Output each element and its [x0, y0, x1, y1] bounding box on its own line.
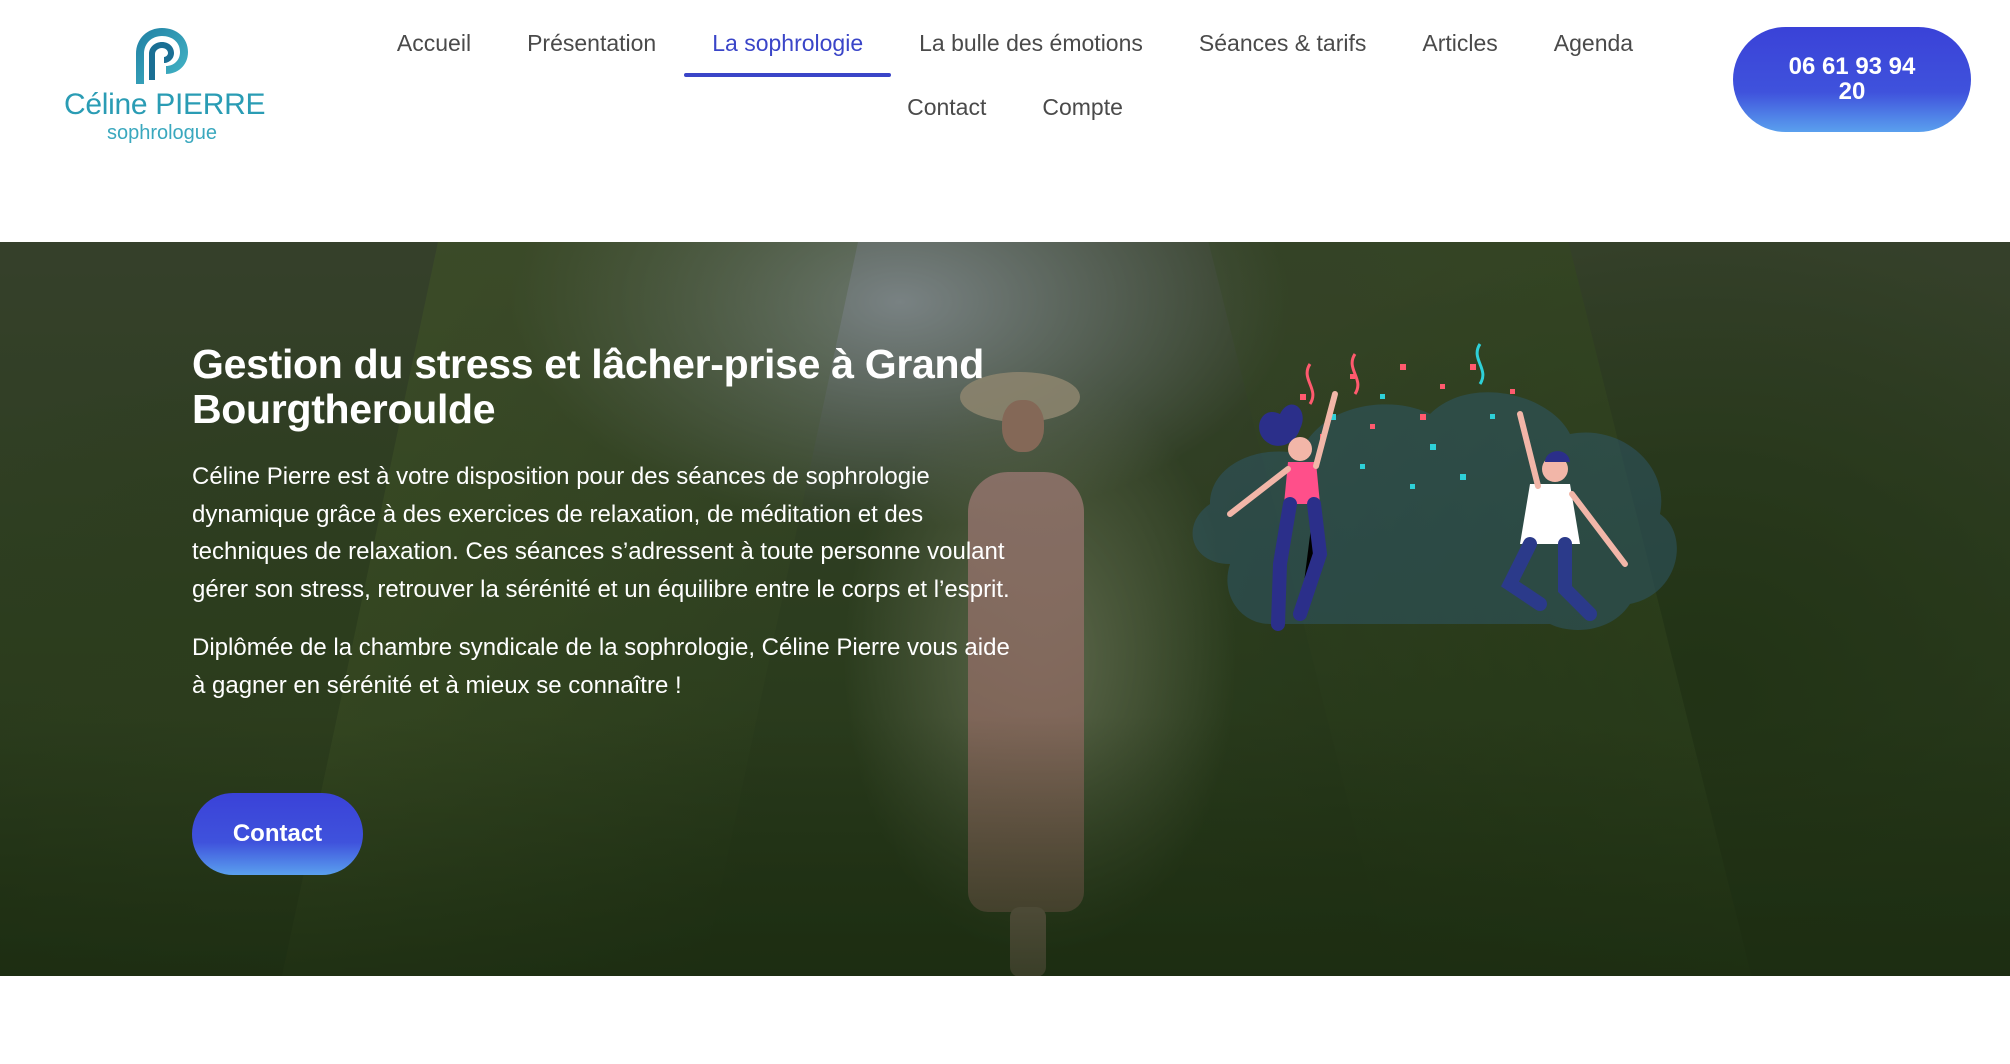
nav-item-presentation[interactable]: Présentation: [499, 24, 684, 77]
hero-section: Gestion du stress et lâcher-prise à Gran…: [0, 242, 2010, 976]
nav-row-1: Accueil Présentation La sophrologie La b…: [320, 24, 1710, 77]
nav-item-contact[interactable]: Contact: [879, 88, 1014, 141]
nav-item-la-bulle-des-emotions[interactable]: La bulle des émotions: [891, 24, 1171, 77]
logo-name: Céline PIERRE: [64, 88, 266, 121]
nav-item-compte[interactable]: Compte: [1014, 88, 1151, 141]
phone-number-line2: 20: [1838, 78, 1866, 105]
nav-item-accueil[interactable]: Accueil: [369, 24, 499, 77]
hero-paragraph-2: Diplômée de la chambre syndicale de la s…: [192, 634, 1010, 699]
hero-title-line2: Bourgtheroulde: [192, 386, 496, 432]
celebrating-people-illustration: [1170, 334, 1690, 674]
contact-button[interactable]: Contact: [192, 793, 363, 875]
hero-title-line1: Gestion du stress et lâcher-prise à Gran…: [192, 341, 985, 387]
phone-button[interactable]: 06 61 93 94 20: [1733, 27, 1971, 132]
hero-content: Gestion du stress et lâcher-prise à Gran…: [192, 342, 1052, 704]
page-bottom-whitespace: [0, 976, 2010, 1064]
nav-item-agenda[interactable]: Agenda: [1526, 24, 1661, 77]
nav-item-la-sophrologie[interactable]: La sophrologie: [684, 24, 892, 77]
nav-item-articles[interactable]: Articles: [1394, 24, 1525, 77]
nav-row-2: Contact Compte: [320, 88, 1710, 141]
hero-title: Gestion du stress et lâcher-prise à Gran…: [192, 342, 1052, 432]
site-logo[interactable]: Céline PIERRE sophrologue: [64, 22, 266, 144]
logo-spiral-icon: [136, 28, 188, 84]
phone-number-line1: 06 61 93 94: [1788, 53, 1916, 80]
logo-subtitle: sophrologue: [106, 122, 218, 144]
main-navigation: Accueil Présentation La sophrologie La b…: [320, 0, 1710, 140]
nav-item-seances-tarifs[interactable]: Séances & tarifs: [1171, 24, 1394, 77]
hero-paragraph-1: Céline Pierre est à votre disposition po…: [192, 463, 1010, 603]
site-header: Céline PIERRE sophrologue Accueil Présen…: [0, 0, 2010, 242]
